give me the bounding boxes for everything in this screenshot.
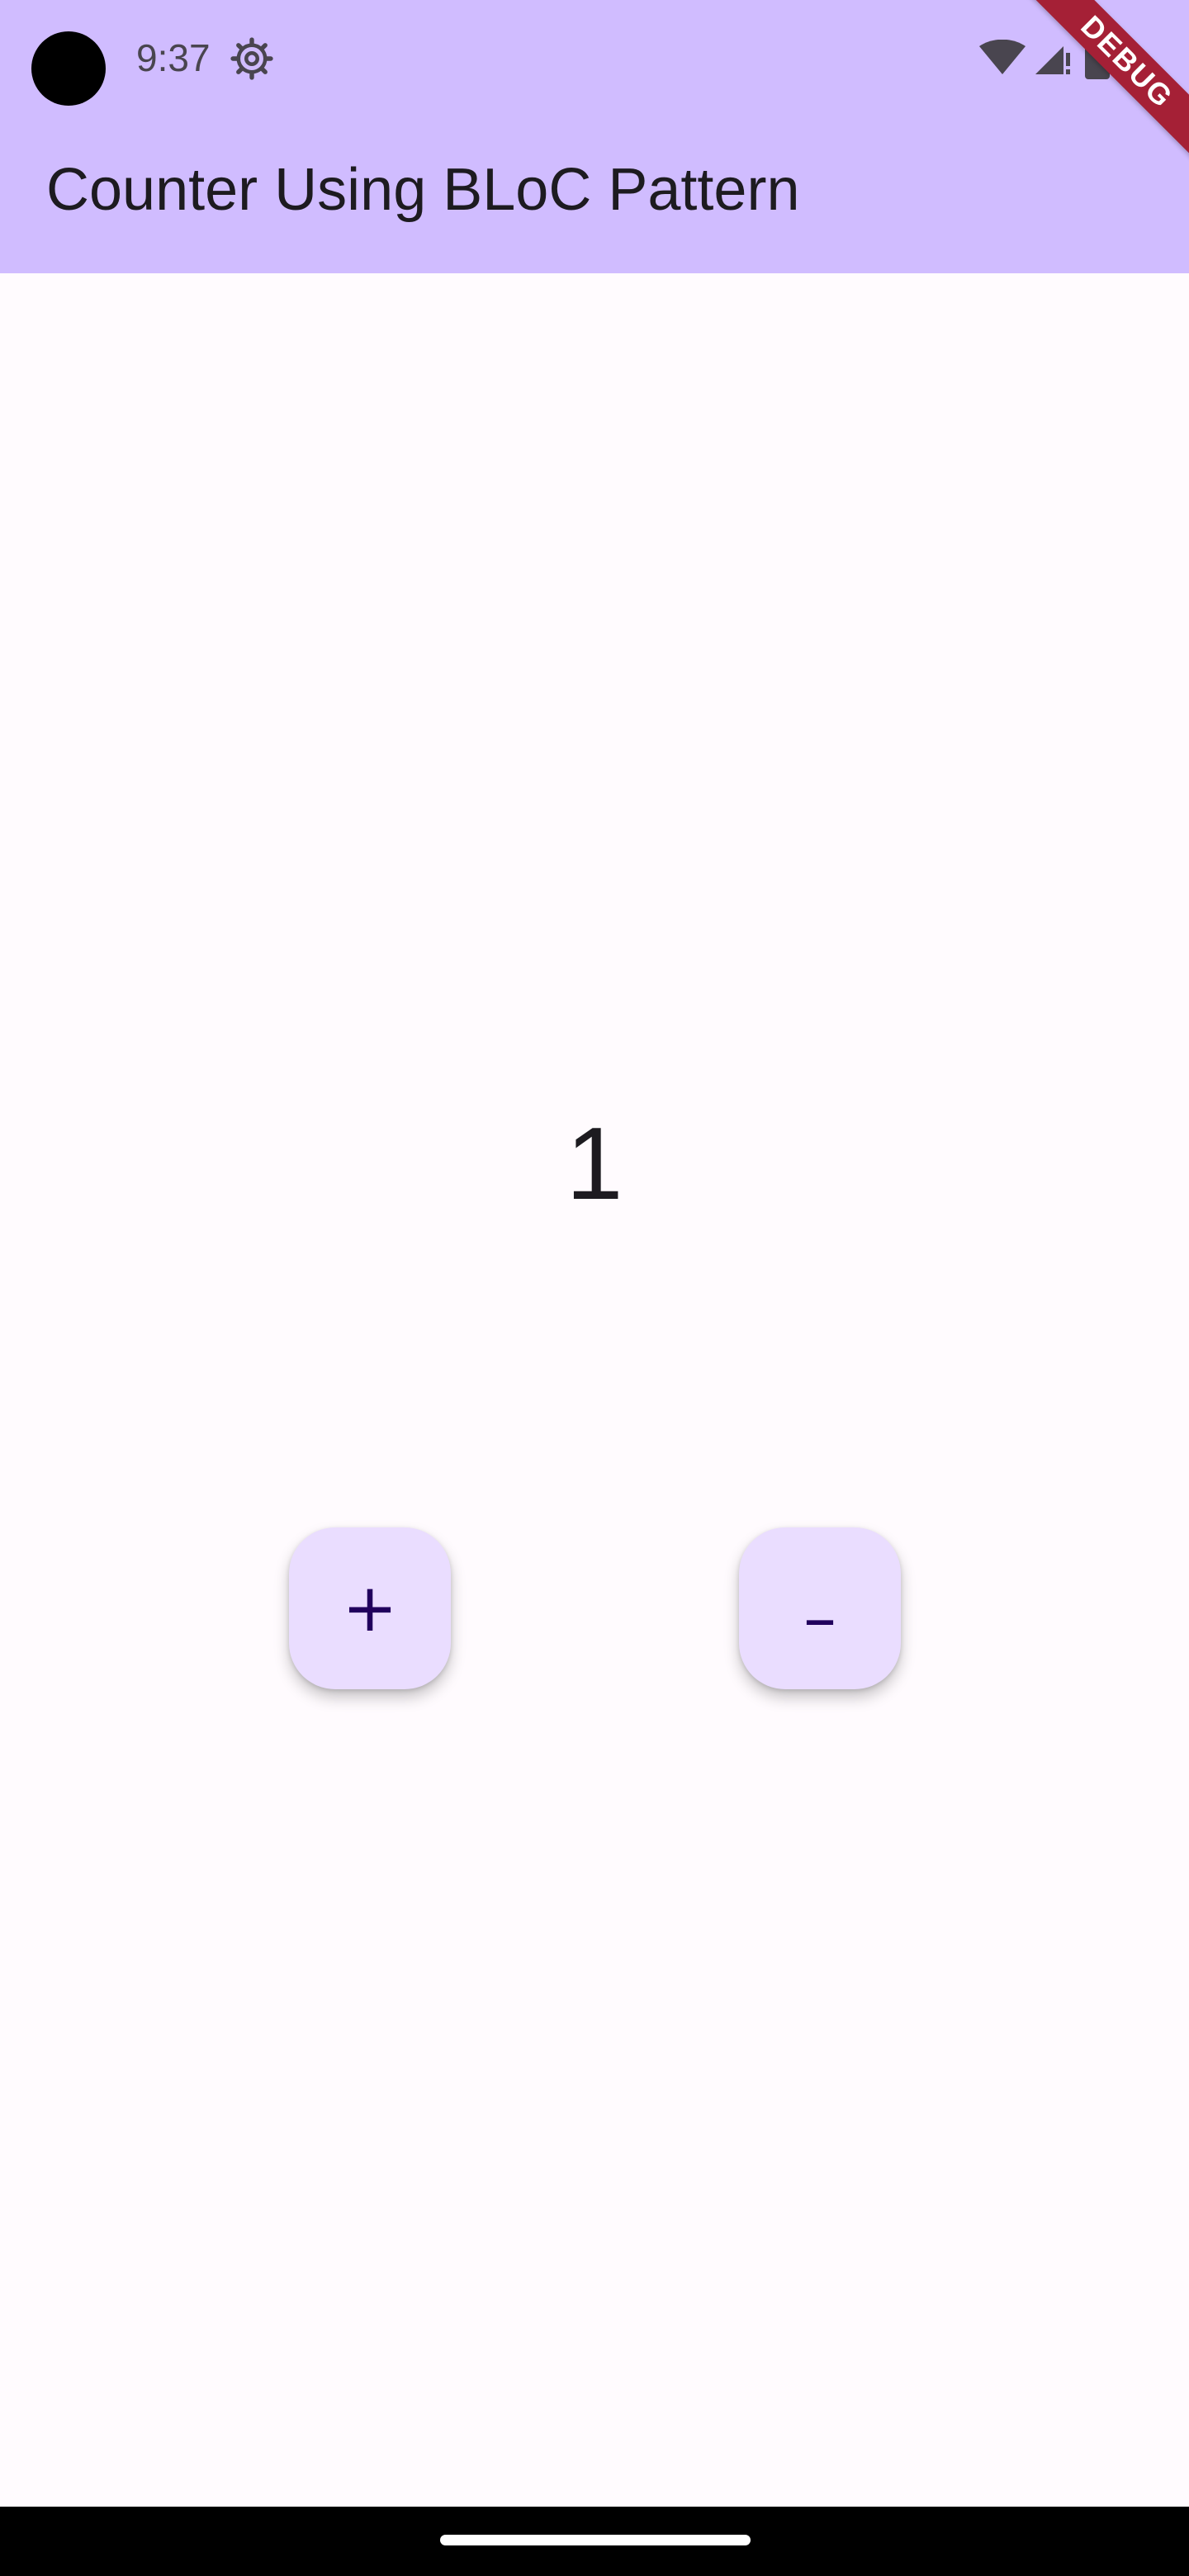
decrement-button[interactable]: – bbox=[739, 1527, 901, 1689]
increment-button[interactable]: + bbox=[289, 1527, 451, 1689]
counter-value: 1 bbox=[566, 1107, 623, 1221]
page-title: Counter Using BLoC Pattern bbox=[46, 157, 800, 223]
debug-banner: DEBUG bbox=[1007, 0, 1189, 182]
minus-icon: – bbox=[803, 1579, 836, 1656]
home-gesture-handle[interactable] bbox=[440, 2535, 751, 2545]
debug-banner-label: DEBUG bbox=[1019, 0, 1189, 170]
camera-cutout bbox=[31, 31, 106, 106]
settings-gear-icon bbox=[230, 37, 273, 80]
plus-icon: + bbox=[342, 1570, 398, 1646]
status-time: 9:37 bbox=[136, 36, 211, 79]
